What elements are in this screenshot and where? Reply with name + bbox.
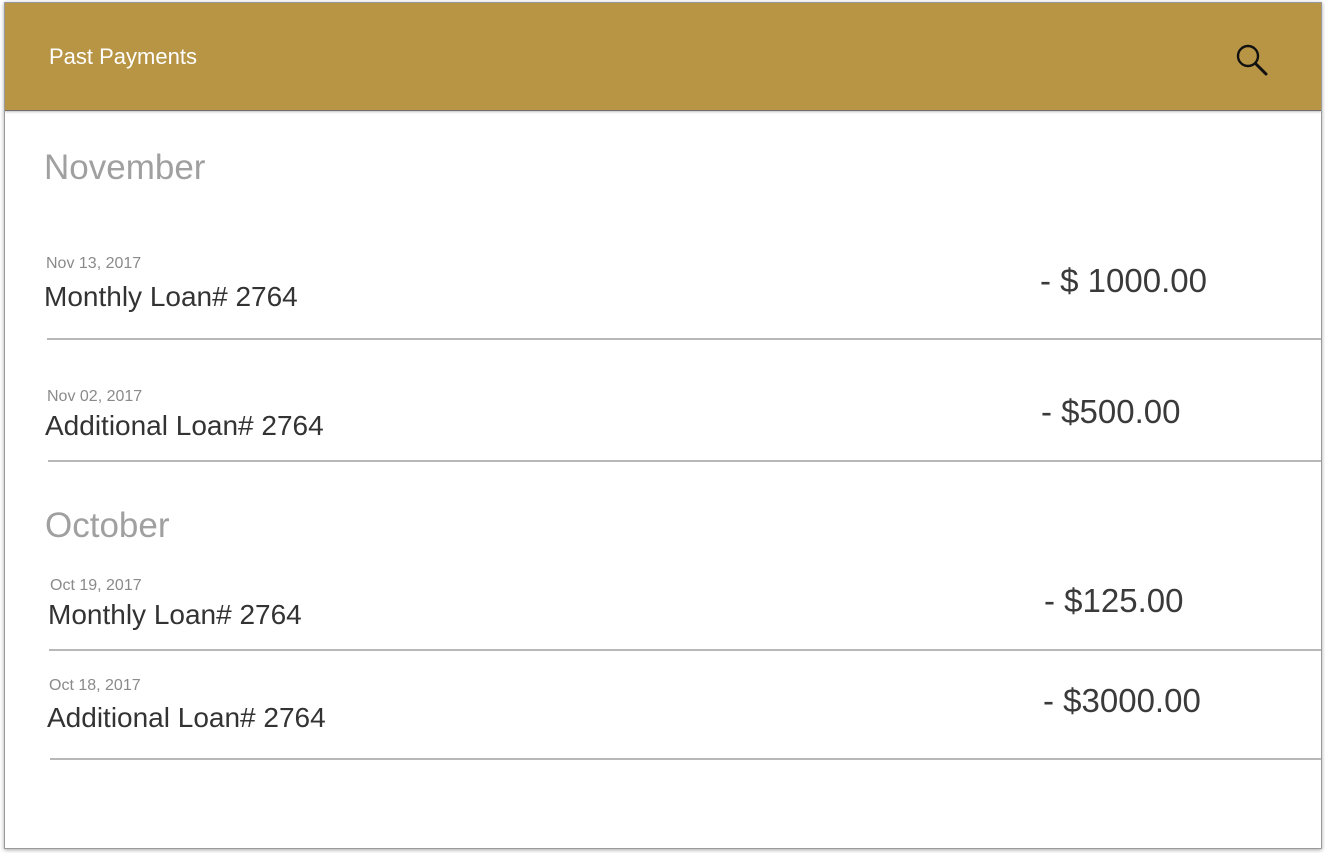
app-window: Past Payments November Nov 13, 2017 Mont… bbox=[4, 2, 1322, 849]
payment-date: Oct 18, 2017 bbox=[49, 677, 141, 694]
search-icon bbox=[1236, 44, 1268, 76]
search-button[interactable] bbox=[1233, 41, 1273, 81]
payment-description: Monthly Loan# 2764 bbox=[44, 281, 298, 312]
row-divider bbox=[48, 460, 1321, 462]
row-divider bbox=[49, 649, 1321, 651]
payment-amount: - $500.00 bbox=[1041, 393, 1181, 430]
payment-description: Additional Loan# 2764 bbox=[47, 702, 326, 733]
payment-date: Nov 13, 2017 bbox=[46, 255, 142, 272]
payment-date: Nov 02, 2017 bbox=[47, 388, 143, 405]
app-header: Past Payments bbox=[5, 3, 1321, 111]
payment-date: Oct 19, 2017 bbox=[50, 577, 142, 594]
payment-amount: - $ 1000.00 bbox=[1040, 262, 1207, 299]
row-divider bbox=[50, 758, 1321, 760]
month-heading-october: October bbox=[45, 506, 170, 545]
page-title: Past Payments bbox=[49, 44, 197, 69]
payment-description: Additional Loan# 2764 bbox=[45, 410, 324, 441]
row-divider bbox=[47, 338, 1321, 340]
payment-amount: - $125.00 bbox=[1044, 582, 1184, 619]
month-heading-november: November bbox=[44, 148, 206, 187]
payment-description: Monthly Loan# 2764 bbox=[48, 599, 302, 630]
payment-amount: - $3000.00 bbox=[1043, 682, 1201, 719]
